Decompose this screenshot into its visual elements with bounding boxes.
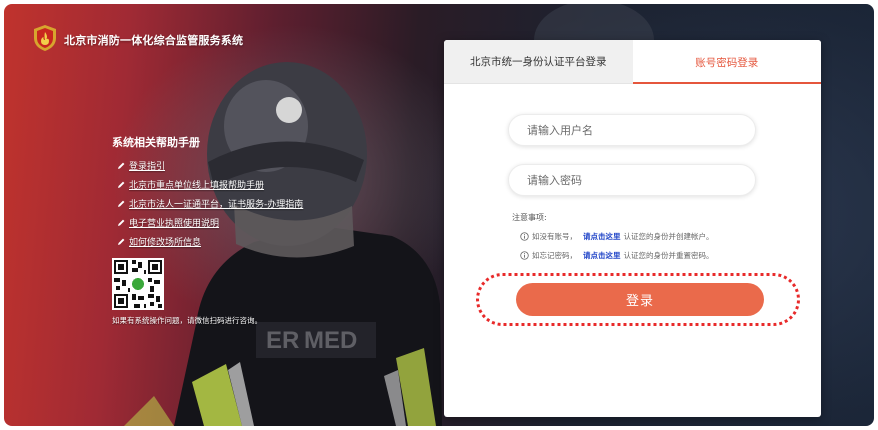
help-link-e-license[interactable]: 电子营业执照使用说明 xyxy=(116,213,303,232)
notice-reset-password: 如忘记密码， 请点击这里 认证您的身份并重置密码。 xyxy=(520,250,714,261)
qr-consult-note: 如果有系统操作问题，请微信扫码进行咨询。 xyxy=(112,316,262,325)
help-link-key-unit-manual[interactable]: 北京市重点单位线上填报帮助手册 xyxy=(116,175,303,194)
help-link-list: 登录指引 北京市重点单位线上填报帮助手册 北京市法人一证通平台，证书服务-办理指… xyxy=(116,156,303,251)
login-button[interactable]: 登录 xyxy=(516,283,764,316)
tab-account-password-login[interactable]: 账号密码登录 xyxy=(632,40,821,84)
login-background: ER MED 北京市消防一体化综合监管服务系统 系统相关帮助手册 登录指引 北京… xyxy=(4,4,874,426)
password-input[interactable] xyxy=(509,165,755,195)
help-manual-title: 系统相关帮助手册 xyxy=(112,136,200,149)
info-icon xyxy=(520,232,529,241)
login-card: 北京市统一身份认证平台登录 账号密码登录 注意事项: 如没有账号， 请点击这里 … xyxy=(444,40,821,417)
notice-text: 认证您的身份并创建帐户。 xyxy=(623,232,714,241)
notice-text: 如没有账号， xyxy=(532,232,577,241)
wechat-qr-code xyxy=(112,258,164,310)
fire-emblem-icon xyxy=(34,25,56,51)
reset-password-link[interactable]: 请点击这里 xyxy=(583,250,621,261)
username-field-wrapper xyxy=(508,114,756,146)
site-title: 北京市消防一体化综合监管服务系统 xyxy=(64,34,244,47)
help-link-certificate-guide[interactable]: 北京市法人一证通平台，证书服务-办理指南 xyxy=(116,194,303,213)
info-icon xyxy=(520,251,529,260)
help-link-edit-venue[interactable]: 如何修改场所信息 xyxy=(116,232,303,251)
help-link-label: 如何修改场所信息 xyxy=(129,238,202,248)
notice-create-account: 如没有账号， 请点击这里 认证您的身份并创建帐户。 xyxy=(520,231,714,242)
pen-icon xyxy=(118,200,125,207)
svg-text:ER: ER xyxy=(266,327,299,354)
password-field-wrapper xyxy=(508,164,756,196)
tab-unified-auth-login[interactable]: 北京市统一身份认证平台登录 xyxy=(444,40,633,84)
help-link-label: 电子营业执照使用说明 xyxy=(129,219,220,229)
help-link-login-guide[interactable]: 登录指引 xyxy=(116,156,303,175)
login-tabs: 北京市统一身份认证平台登录 账号密码登录 xyxy=(444,40,821,84)
create-account-link[interactable]: 请点击这里 xyxy=(583,231,621,242)
help-link-label: 北京市法人一证通平台，证书服务-办理指南 xyxy=(129,200,304,210)
notice-text: 如忘记密码， xyxy=(532,251,577,260)
pen-icon xyxy=(118,238,125,245)
svg-text:MED: MED xyxy=(304,327,357,354)
help-link-label: 北京市重点单位线上填报帮助手册 xyxy=(129,181,265,191)
pen-icon xyxy=(118,181,125,188)
notice-title: 注意事项: xyxy=(512,213,547,222)
username-input[interactable] xyxy=(509,115,755,145)
help-link-label: 登录指引 xyxy=(129,162,166,172)
notice-text: 认证您的身份并重置密码。 xyxy=(623,251,714,260)
pen-icon xyxy=(118,219,125,226)
pen-icon xyxy=(118,162,125,169)
